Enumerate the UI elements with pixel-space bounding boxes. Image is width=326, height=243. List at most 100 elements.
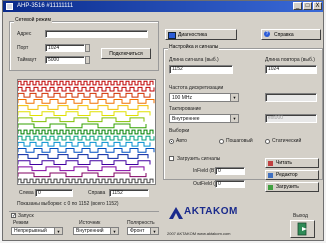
address-label: Адрес xyxy=(17,31,32,37)
selection-info: Показаны выборки: с 0 по 1152 (всего 115… xyxy=(17,201,119,207)
help-button[interactable]: ? Справка xyxy=(261,29,321,40)
app-icon xyxy=(6,3,13,10)
connect-button[interactable]: Подключиться xyxy=(101,48,151,59)
mode-dropdown[interactable]: Непрерывный ▼ xyxy=(11,227,63,235)
aktakom-logo-icon xyxy=(169,207,183,219)
polarity-label: Полярность xyxy=(127,220,155,226)
waveform-trace xyxy=(18,111,151,117)
read-label: Читать xyxy=(276,160,292,166)
waveform-trace xyxy=(18,99,155,104)
exit-door-icon xyxy=(297,222,307,236)
waveform-trace xyxy=(18,172,147,178)
chevron-down-icon: ▼ xyxy=(230,94,238,101)
load-label: Загрузить xyxy=(276,184,299,190)
title-bar: AHP-3516 #11111111 _ □ X xyxy=(3,1,323,12)
right-field-2: ext000 xyxy=(265,114,317,123)
clock-value: Внутреннее xyxy=(172,116,200,122)
timeout-label: Таймаут xyxy=(17,57,37,63)
radio-step[interactable] xyxy=(219,139,224,144)
network-group-title: Сетевой режим xyxy=(14,17,52,23)
divider xyxy=(9,211,159,212)
repeat-length-label: Длина повтора (выб.) xyxy=(265,57,315,63)
load-signals-checkbox[interactable] xyxy=(169,156,174,161)
waveform-trace xyxy=(18,160,151,165)
waveform-trace xyxy=(18,166,145,172)
app-window: AHP-3516 #11111111 _ □ X Сетевой режим А… xyxy=(2,0,324,241)
signal-length-input[interactable]: 1152 xyxy=(169,65,233,74)
window-title: AHP-3516 #11111111 xyxy=(17,3,74,9)
load-icon xyxy=(268,185,273,190)
outfield-input[interactable]: 0 xyxy=(215,180,245,188)
clock-dropdown[interactable]: Внутреннее ▼ xyxy=(169,114,239,123)
left-label: Слева xyxy=(19,190,34,196)
left-input[interactable]: 0 xyxy=(35,189,73,197)
port-spinner[interactable] xyxy=(85,44,90,52)
exit-label: Выход xyxy=(293,213,308,219)
editor-button[interactable]: Редактор xyxy=(265,170,319,180)
read-icon xyxy=(268,161,273,166)
brand-copyright: 2007 AKTAKOM www.aktakom.com xyxy=(167,231,231,236)
port-label: Порт xyxy=(17,45,29,51)
help-icon: ? xyxy=(264,31,270,37)
chevron-down-icon: ▼ xyxy=(110,228,118,234)
waveform-trace xyxy=(18,178,154,184)
clock-label: Тактирование xyxy=(169,106,202,112)
radio-static-label: Статический xyxy=(272,138,302,144)
timeout-input[interactable]: 5000 xyxy=(45,56,85,64)
diagnostics-label: Диагностика xyxy=(178,32,207,38)
waveform-trace xyxy=(18,105,149,110)
infield-input[interactable]: 0 xyxy=(215,167,245,175)
read-button[interactable]: Читать xyxy=(265,158,319,168)
right-field-1 xyxy=(265,93,317,102)
sample-rate-value: 100 MHz xyxy=(172,95,193,101)
waveform-trace xyxy=(18,141,151,147)
editor-icon xyxy=(268,173,273,178)
exit-button[interactable] xyxy=(290,220,315,238)
radio-step-label: Пошаговый xyxy=(226,138,253,144)
address-input[interactable] xyxy=(45,30,148,38)
load-signals-label: Загрузить сигналы xyxy=(177,156,221,162)
waveform-trace xyxy=(18,86,155,92)
brand-name: AKTAKOM xyxy=(184,206,238,217)
diagnostics-button[interactable]: Диагностика xyxy=(165,29,237,40)
right-label: Справа xyxy=(88,190,106,196)
sample-rate-label: Частота дискретизации xyxy=(169,85,224,91)
load-button[interactable]: Загрузить xyxy=(265,182,319,192)
right-input[interactable]: 1152 xyxy=(109,189,149,197)
waveform-trace xyxy=(18,123,147,129)
radio-static[interactable] xyxy=(265,139,270,144)
repeat-length-input[interactable]: 1024 xyxy=(265,65,317,74)
signal-length-label: Длина сигнала (выб.) xyxy=(169,57,219,63)
timeout-spinner[interactable] xyxy=(85,56,90,64)
waveform-trace xyxy=(18,117,145,123)
chevron-down-icon: ▼ xyxy=(230,115,238,122)
chevron-down-icon: ▼ xyxy=(54,228,62,234)
maximize-button[interactable]: □ xyxy=(303,2,312,10)
waveform-display xyxy=(17,79,156,185)
source-value: Внутренний xyxy=(76,228,104,234)
waveform-trace xyxy=(18,147,155,153)
waveform-trace xyxy=(18,92,151,98)
sample-rate-dropdown[interactable]: 100 MHz ▼ xyxy=(169,93,239,102)
settings-group-title: Настройка и сигналы xyxy=(168,44,220,50)
polarity-value: Фронт xyxy=(130,228,145,234)
polarity-dropdown[interactable]: Фронт ▼ xyxy=(127,227,159,235)
close-button[interactable]: X xyxy=(313,2,322,10)
waveform-canvas xyxy=(18,80,155,184)
minimize-button[interactable]: _ xyxy=(293,2,302,10)
trigger-checkbox[interactable]: ✓ xyxy=(11,213,16,219)
monitor-icon xyxy=(168,32,176,39)
source-dropdown[interactable]: Внутренний ▼ xyxy=(73,227,119,235)
waveform-trace xyxy=(18,129,154,135)
waveform-trace xyxy=(18,80,154,86)
radio-auto[interactable] xyxy=(169,139,174,144)
output-group-title: Выборки xyxy=(169,128,190,134)
editor-label: Редактор xyxy=(276,172,298,178)
mode-value: Непрерывный xyxy=(14,228,47,234)
help-label: Справка xyxy=(274,32,294,38)
trigger-group-title: Запуск xyxy=(18,213,34,219)
port-input[interactable]: 1024 xyxy=(45,44,85,52)
mode-label: Режим xyxy=(13,220,29,226)
waveform-trace xyxy=(18,154,149,159)
infield-label: InField (B) xyxy=(193,168,217,174)
